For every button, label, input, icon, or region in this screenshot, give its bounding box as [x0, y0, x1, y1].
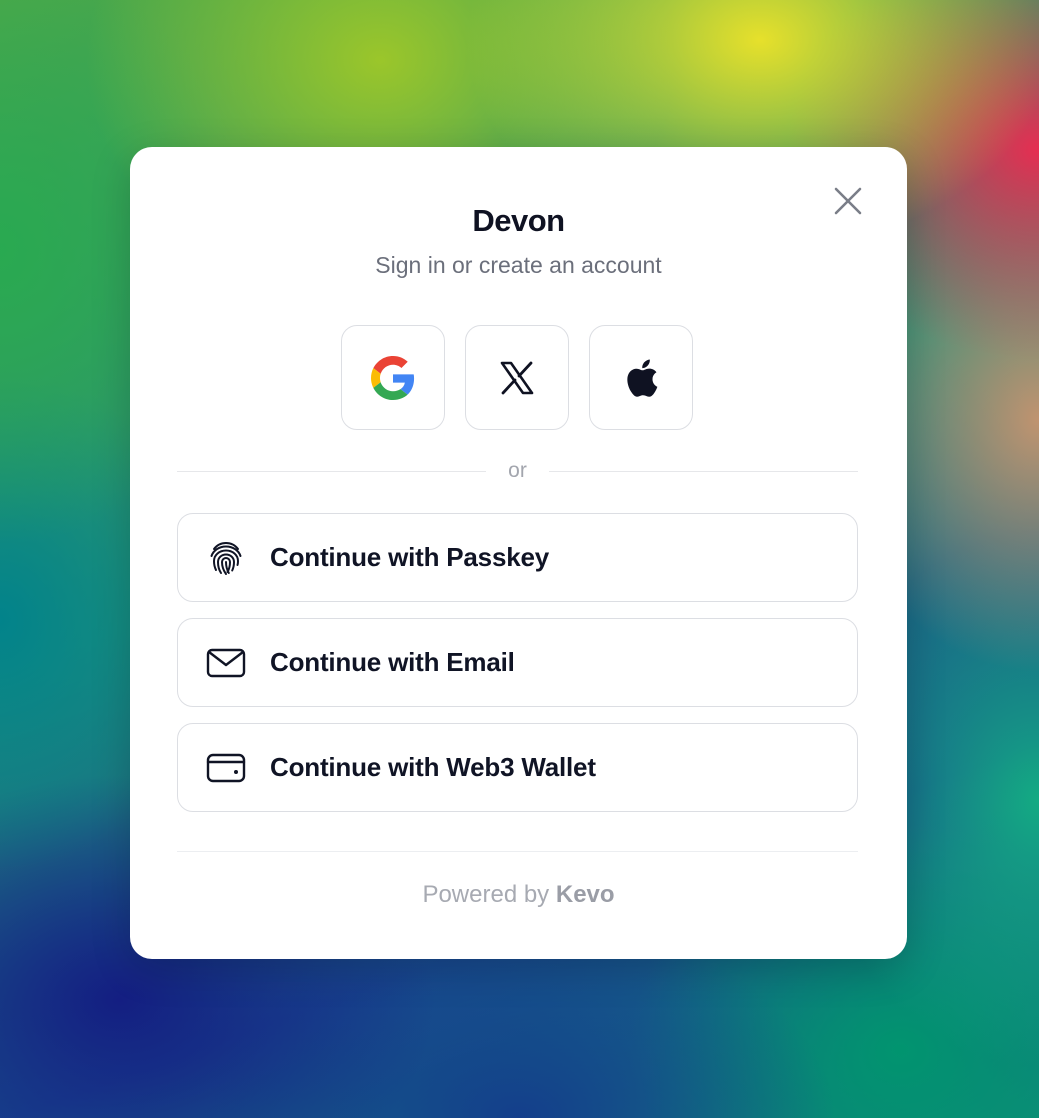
email-label: Continue with Email: [270, 647, 515, 677]
passkey-label: Continue with Passkey: [270, 542, 549, 572]
footer-divider: [177, 851, 858, 852]
fingerprint-icon: [206, 538, 246, 578]
powered-by-footer: Powered by Kevo: [130, 881, 907, 909]
mail-icon: [206, 643, 246, 683]
wallet-icon: [206, 748, 246, 788]
or-divider: or: [177, 459, 858, 483]
apple-login-button[interactable]: [589, 325, 693, 430]
wallet-button[interactable]: Continue with Web3 Wallet: [177, 723, 858, 812]
email-button[interactable]: Continue with Email: [177, 618, 858, 707]
x-logo-icon: [500, 361, 534, 394]
apple-icon: [627, 359, 658, 397]
divider-line: [177, 470, 487, 472]
divider-line: [548, 470, 858, 472]
modal-subtitle: Sign in or create an account: [375, 252, 662, 278]
footer-prefix: Powered by: [422, 881, 550, 908]
google-icon: [371, 355, 415, 400]
sign-in-modal: Devon Sign in or create an account or Co…: [130, 147, 907, 959]
divider-text: or: [508, 459, 527, 482]
passkey-button[interactable]: Continue with Passkey: [177, 513, 858, 602]
x-login-button[interactable]: [465, 325, 569, 430]
modal-title: Devon: [472, 203, 565, 238]
footer-brand: Kevo: [555, 881, 615, 908]
wallet-label: Continue with Web3 Wallet: [270, 752, 596, 782]
google-login-button[interactable]: [341, 325, 445, 430]
social-login-row: [341, 325, 693, 430]
